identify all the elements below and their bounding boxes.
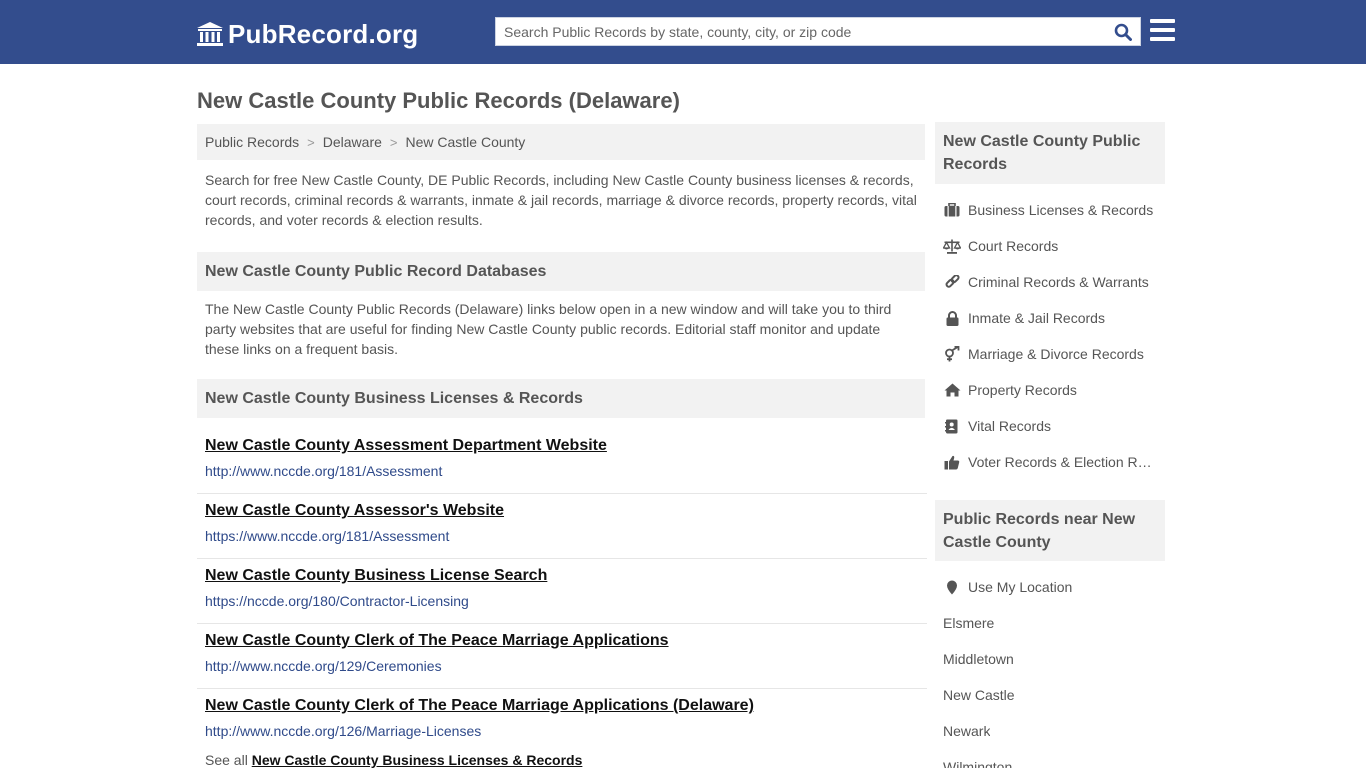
nearby-link-middletown[interactable]: Middletown [943,641,1165,677]
record-url-link[interactable]: https://www.nccde.org/181/Assessment [205,526,919,546]
search-input[interactable] [496,18,1106,45]
nearby-label: Newark [943,723,991,739]
sidebar-nearby: Use My Location Elsmere Middletown New C… [943,569,1165,768]
nearby-link-newark[interactable]: Newark [943,713,1165,749]
databases-description: The New Castle County Public Records (De… [205,301,892,357]
nearby-link-elsmere[interactable]: Elsmere [943,605,1165,641]
record-title-link[interactable]: New Castle County Clerk of The Peace Mar… [205,631,669,651]
sidebar-categories-heading: New Castle County Public Records [935,122,1165,184]
record-list: New Castle County Assessment Department … [197,429,927,754]
intro-text: Search for free New Castle County, DE Pu… [205,172,917,228]
page-title: New Castle County Public Records (Delawa… [197,88,680,113]
sidebar-item-business[interactable]: Business Licenses & Records [943,192,1165,228]
sidebar-item-criminal[interactable]: Criminal Records & Warrants [943,264,1165,300]
sidebar-nearby-heading: Public Records near New Castle County [935,500,1165,561]
see-all-prefix: See all [205,752,248,768]
sidebar-item-inmate[interactable]: Inmate & Jail Records [943,300,1165,336]
list-item: New Castle County Clerk of The Peace Mar… [197,624,927,689]
sidebar-item-vital[interactable]: Vital Records [943,408,1165,444]
scales-icon [943,238,961,254]
sidebar-item-label: Marriage & Divorce Records [968,346,1144,362]
nearby-label: Elsmere [943,615,995,631]
nearby-link-wilmington[interactable]: Wilmington [943,749,1165,768]
record-title-link[interactable]: New Castle County Clerk of The Peace Mar… [205,696,754,716]
hamburger-menu-icon[interactable] [1150,19,1175,41]
business-heading: New Castle County Business Licenses & Re… [197,379,925,418]
record-title-link[interactable]: New Castle County Business License Searc… [205,566,547,586]
breadcrumb-separator: > [307,134,315,150]
record-url-link[interactable]: http://www.nccde.org/181/Assessment [205,461,919,481]
use-my-location-link[interactable]: Use My Location [943,569,1165,605]
link-icon [943,274,961,290]
briefcase-icon [943,202,961,218]
map-pin-icon [943,579,961,595]
lock-icon [943,310,961,326]
contact-book-icon [943,418,961,434]
see-all-link[interactable]: New Castle County Business Licenses & Re… [252,752,583,768]
sidebar-item-label: Inmate & Jail Records [968,310,1105,326]
record-url-link[interactable]: http://www.nccde.org/126/Marriage-Licens… [205,721,919,741]
breadcrumb-delaware[interactable]: Delaware [323,134,382,150]
gender-icon [943,346,961,362]
nearby-label: Wilmington [943,759,1013,768]
record-url-link[interactable]: https://nccde.org/180/Contractor-Licensi… [205,591,919,611]
record-title-link[interactable]: New Castle County Assessor's Website [205,501,504,521]
databases-heading: New Castle County Public Record Database… [197,252,925,291]
see-all-line: See all New Castle County Business Licen… [205,750,582,768]
breadcrumb: Public Records > Delaware > New Castle C… [197,124,925,160]
use-my-location-label: Use My Location [968,579,1073,595]
list-item: New Castle County Clerk of The Peace Mar… [197,689,927,754]
search-icon [1114,23,1132,41]
list-item: New Castle County Assessor's Website htt… [197,494,927,559]
sidebar-item-label: Voter Records & Election Results [968,454,1158,470]
sidebar-item-label: Criminal Records & Warrants [968,274,1149,290]
search-button[interactable] [1106,18,1140,45]
logo-text: PubRecord.org [228,19,419,49]
sidebar-item-label: Court Records [968,238,1059,254]
sidebar-item-court[interactable]: Court Records [943,228,1165,264]
breadcrumb-separator: > [389,134,398,150]
nearby-label: Middletown [943,651,1014,667]
search-bar [495,17,1141,46]
list-item: New Castle County Business License Searc… [197,559,927,624]
list-item: New Castle County Assessment Department … [197,429,927,494]
thumbs-up-icon [943,454,961,470]
sidebar-item-label: Vital Records [968,418,1052,434]
sidebar-item-label: Business Licenses & Records [968,202,1154,218]
nearby-label: New Castle [943,687,1015,703]
sidebar-categories: Business Licenses & Records Court Record… [943,192,1165,480]
site-logo[interactable]: PubRecord.org [196,18,418,50]
sidebar-item-property[interactable]: Property Records [943,372,1165,408]
sidebar-item-voter[interactable]: Voter Records & Election Results [943,444,1165,480]
nearby-link-new-castle[interactable]: New Castle [943,677,1165,713]
courthouse-icon [197,22,223,46]
record-title-link[interactable]: New Castle County Assessment Department … [205,436,607,456]
sidebar-item-marriage[interactable]: Marriage & Divorce Records [943,336,1165,372]
breadcrumb-new-castle-county[interactable]: New Castle County [405,134,525,150]
breadcrumb-public-records[interactable]: Public Records [205,134,299,150]
top-navbar: PubRecord.org [0,0,1366,64]
sidebar-item-label: Property Records [968,382,1077,398]
home-icon [943,382,961,398]
record-url-link[interactable]: http://www.nccde.org/129/Ceremonies [205,656,919,676]
